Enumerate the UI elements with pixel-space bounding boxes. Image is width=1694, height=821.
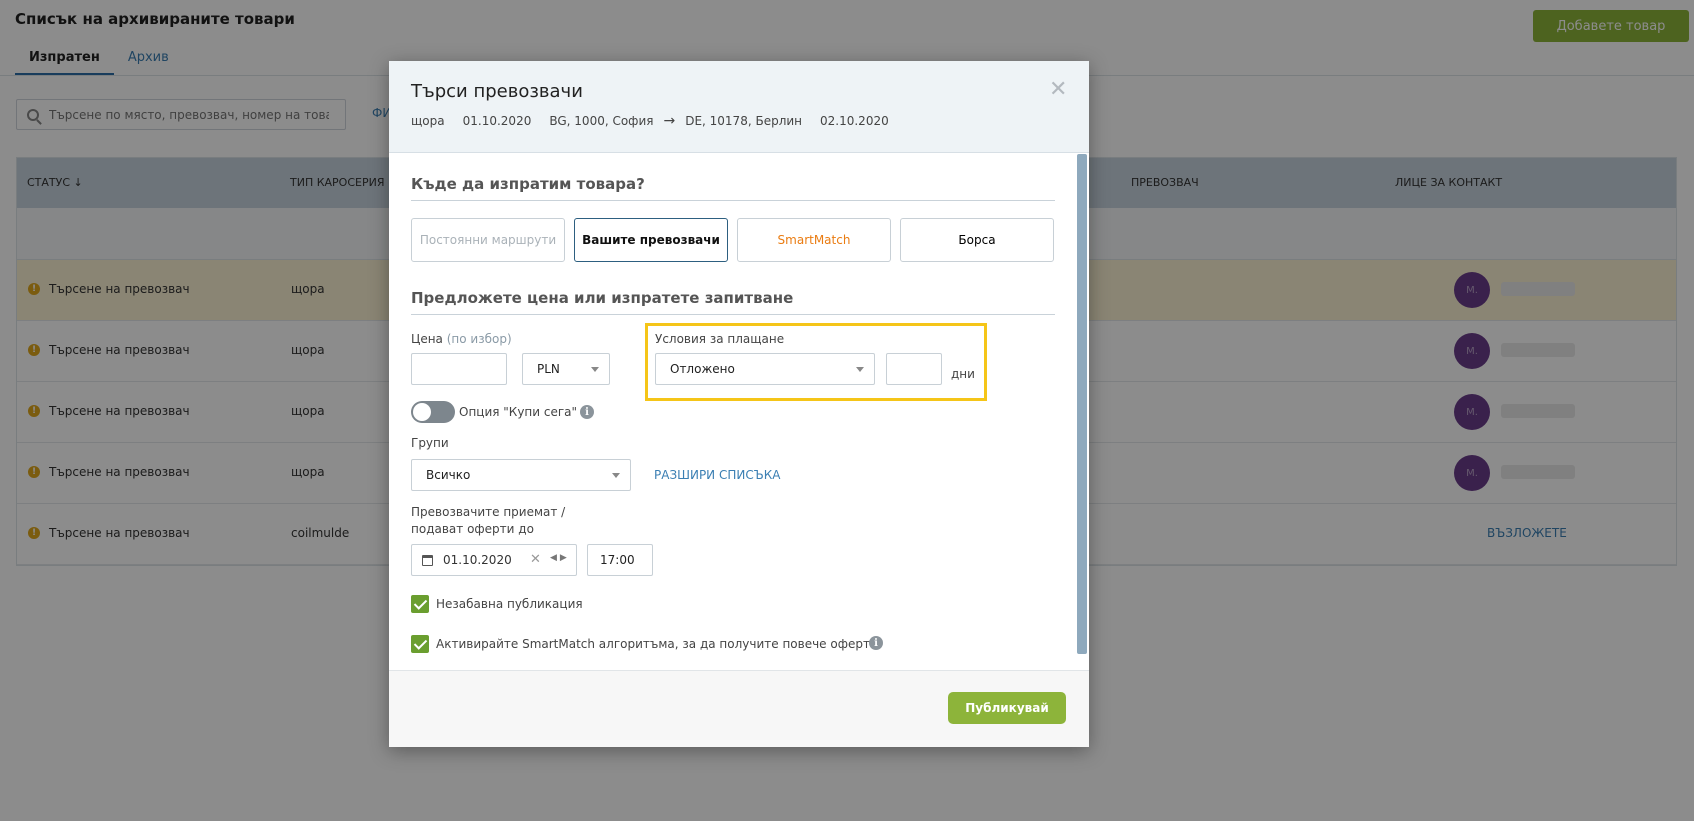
chevron-down-icon: [856, 367, 864, 372]
price-input[interactable]: [411, 353, 507, 385]
route-from: BG, 1000, София: [549, 114, 654, 128]
modal-footer: Публикувай: [389, 670, 1089, 747]
search-carriers-modal: Търси превозвачи ✕ щора 01.10.2020 BG, 1…: [389, 61, 1089, 747]
section-divider: [411, 200, 1055, 201]
chevron-down-icon: [612, 473, 620, 478]
section-divider: [411, 314, 1055, 315]
buy-now-label: Опция "Купи сега": [459, 405, 578, 419]
arrow-right-icon: →: [663, 113, 676, 129]
dest-option-your-carriers[interactable]: Вашите превозвачи: [574, 218, 728, 262]
section-where-title: Къде да изпратим товара?: [411, 175, 645, 193]
deadline-time-input[interactable]: 17:00: [587, 544, 653, 576]
chevron-down-icon: [591, 367, 599, 372]
route-to: DE, 10178, Берлин: [685, 114, 803, 128]
buy-now-toggle[interactable]: [411, 401, 455, 423]
route-summary: щора 01.10.2020 BG, 1000, София → DE, 10…: [411, 113, 907, 129]
payment-days-input[interactable]: [886, 353, 942, 385]
immediate-publish-label: Незабавна публикация: [436, 597, 583, 611]
section-price-title: Предложете цена или изпратете запитване: [411, 289, 794, 307]
currency-select[interactable]: PLN: [522, 353, 610, 385]
dest-option-smartmatch[interactable]: SmartMatch: [737, 218, 891, 262]
route-body-type: щора: [411, 114, 445, 128]
smartmatch-checkbox[interactable]: [411, 635, 429, 653]
groups-select[interactable]: Всичко: [411, 459, 631, 491]
modal-title: Търси превозвачи: [411, 81, 583, 102]
modal-scrollbar[interactable]: [1077, 154, 1087, 654]
info-icon[interactable]: i: [580, 405, 594, 419]
date-nav-arrows-icon[interactable]: ◀▶: [550, 553, 570, 563]
calendar-icon: [422, 554, 433, 566]
route-date-to: 02.10.2020: [820, 114, 889, 128]
smartmatch-label: Активирайте SmartMatch алгоритъма, за да…: [436, 637, 882, 651]
payment-terms-select[interactable]: Отложено: [655, 353, 875, 385]
days-label: дни: [951, 367, 975, 381]
info-icon[interactable]: i: [869, 636, 883, 650]
route-date-from: 01.10.2020: [462, 114, 532, 128]
price-label: Цена (по избор): [411, 332, 512, 346]
expand-list-link[interactable]: РАЗШИРИ СПИСЪКА: [654, 468, 780, 482]
immediate-publish-checkbox[interactable]: [411, 595, 429, 613]
dest-option-permanent-routes[interactable]: Постоянни маршрути: [411, 218, 565, 262]
deadline-label: Превозвачите приемат / подават оферти до: [411, 505, 566, 536]
close-icon[interactable]: ✕: [1049, 79, 1067, 101]
publish-button[interactable]: Публикувай: [948, 692, 1066, 724]
payment-terms-label: Условия за плащане: [655, 332, 785, 346]
modal-header: Търси превозвачи ✕ щора 01.10.2020 BG, 1…: [389, 61, 1089, 153]
dest-option-exchange[interactable]: Борса: [900, 218, 1054, 262]
groups-label: Групи: [411, 436, 449, 450]
clear-icon[interactable]: ✕: [530, 552, 541, 567]
deadline-date-input[interactable]: 01.10.2020 ✕ ◀▶: [411, 544, 577, 576]
